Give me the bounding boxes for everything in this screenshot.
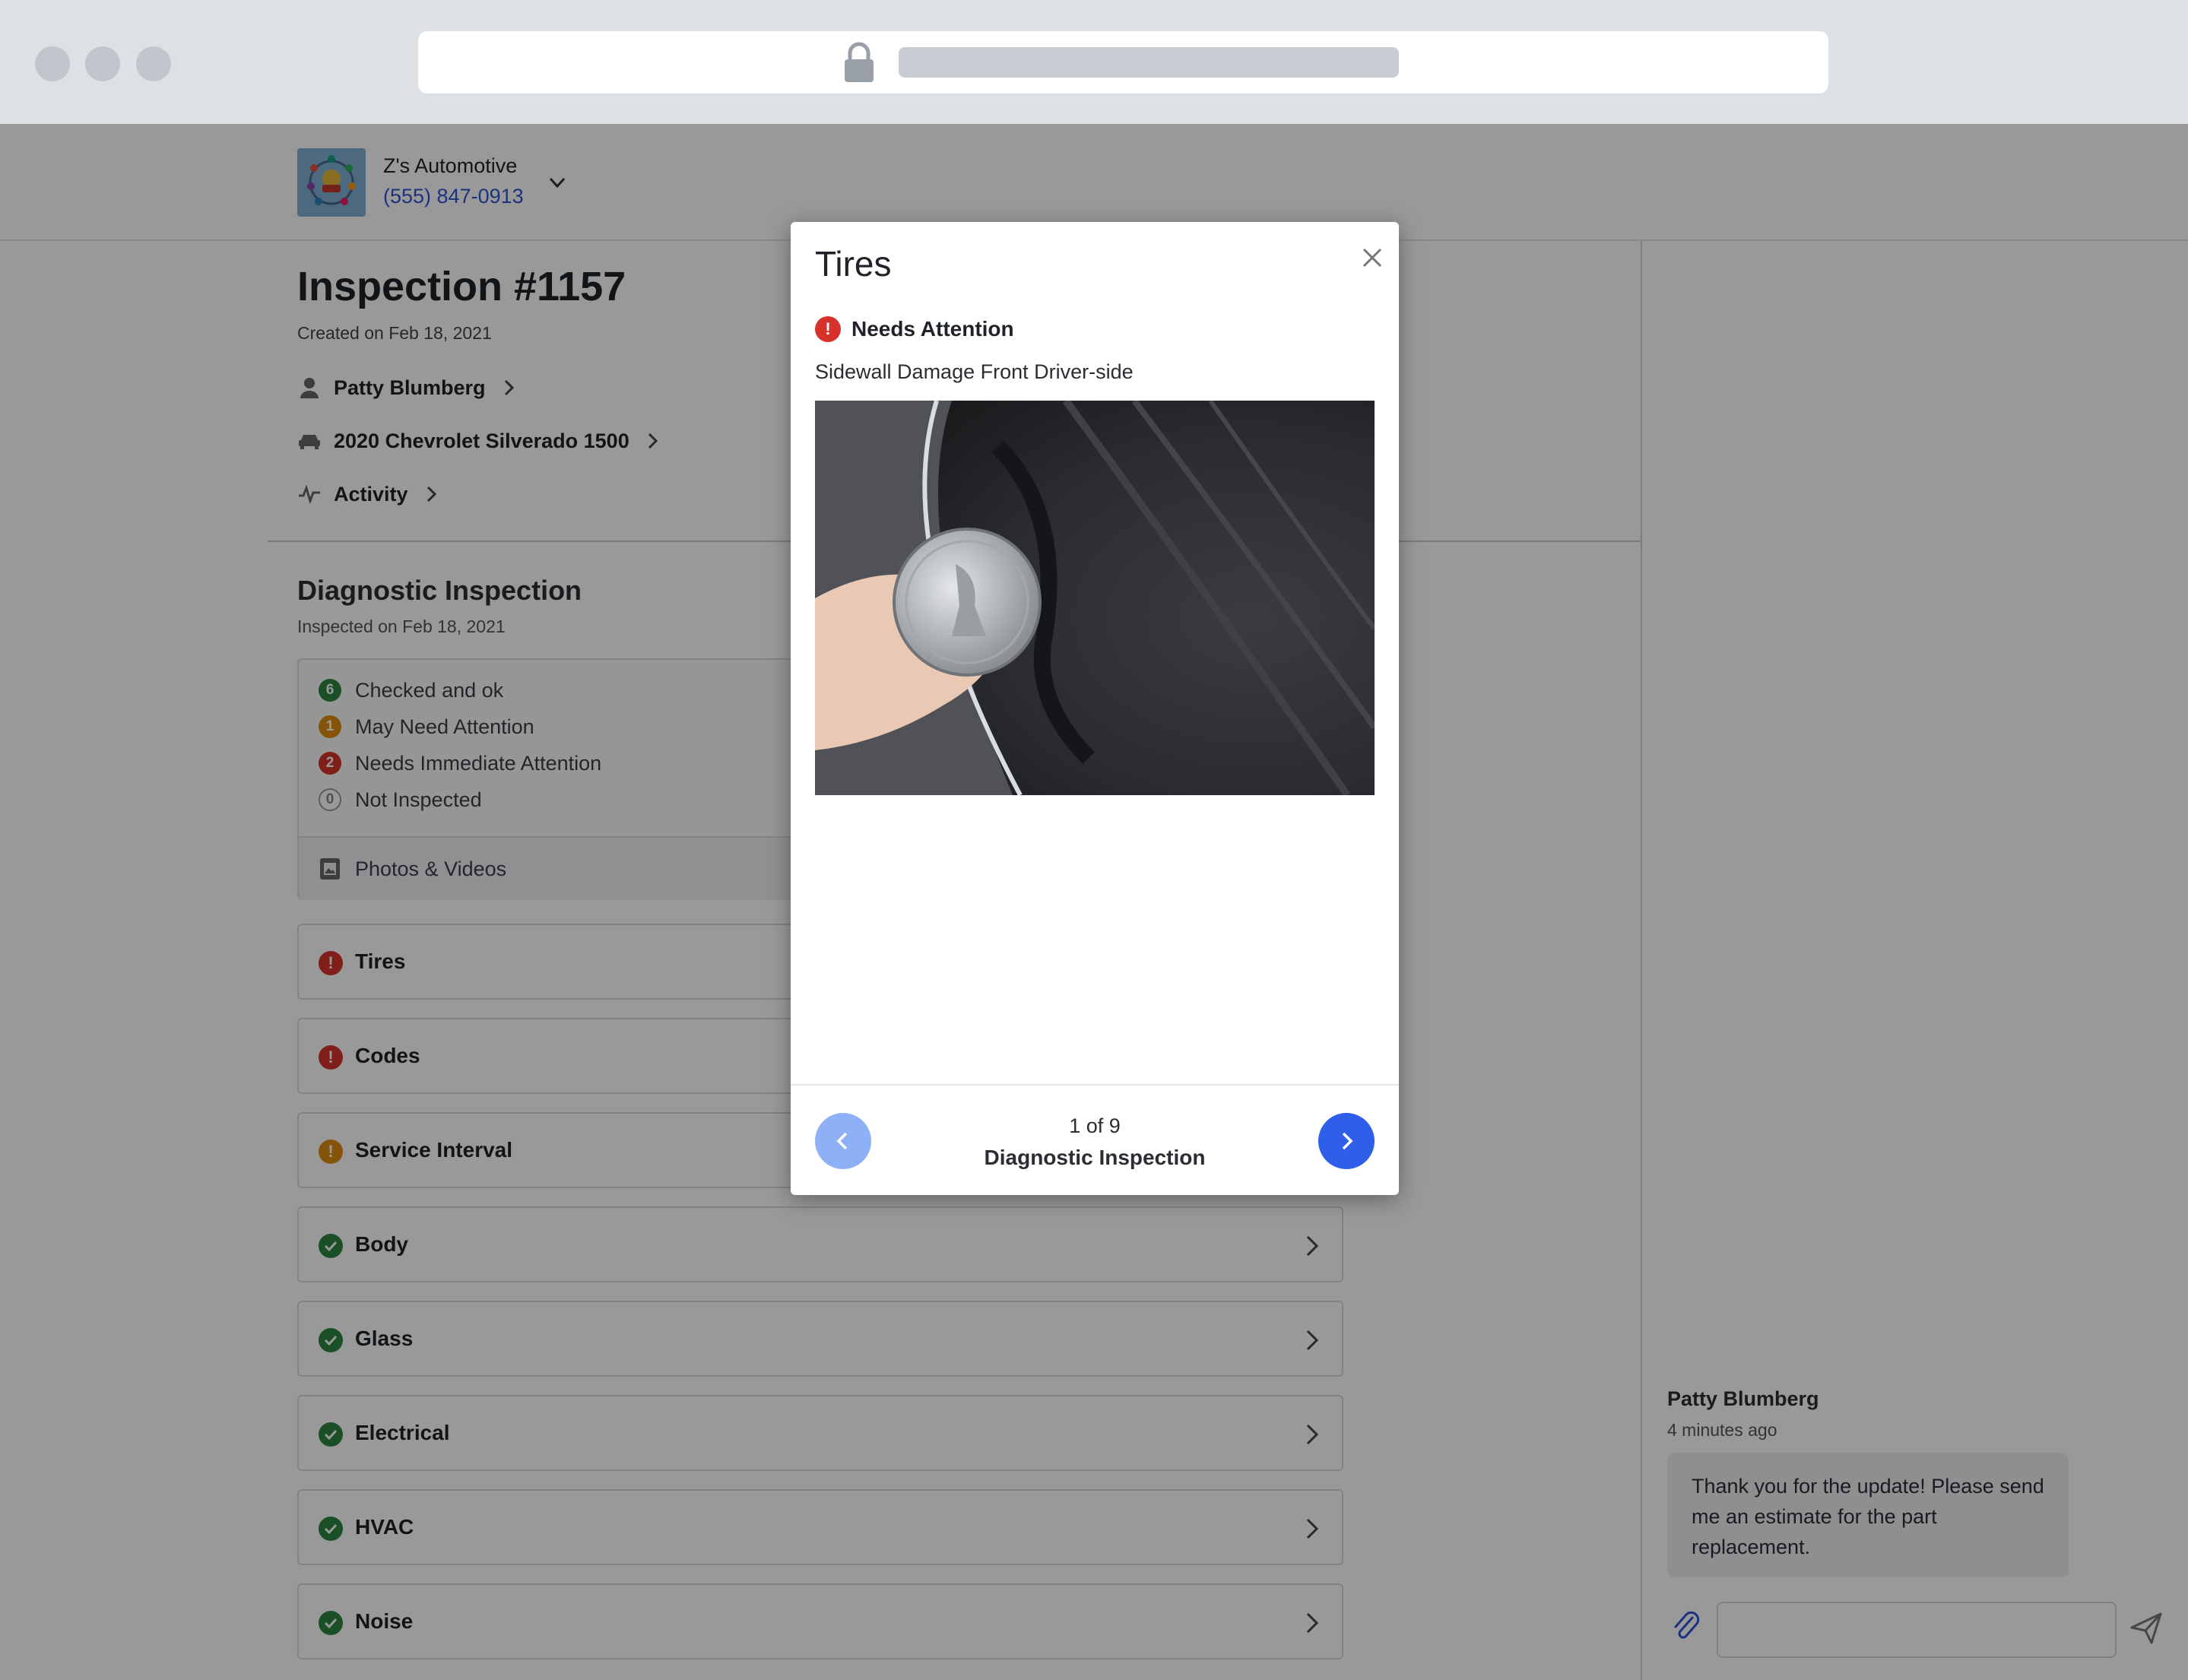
close-icon[interactable]	[1355, 240, 1390, 275]
tires-modal: Tires ! Needs Attention Sidewall Damage …	[791, 222, 1399, 1195]
window-minimize-dot[interactable]	[85, 46, 120, 81]
modal-status: ! Needs Attention	[815, 316, 1014, 342]
browser-chrome	[0, 0, 2188, 124]
modal-footer: 1 of 9 Diagnostic Inspection	[791, 1084, 1399, 1195]
tire-photo[interactable]	[815, 401, 1375, 795]
chevron-right-icon	[1342, 1132, 1353, 1150]
lock-icon	[845, 42, 874, 82]
next-button[interactable]	[1318, 1113, 1375, 1169]
modal-title: Tires	[815, 244, 892, 284]
item-counter: 1 of 9	[1069, 1114, 1121, 1137]
modal-description: Sidewall Damage Front Driver-side	[815, 360, 1134, 383]
status-label: Needs Attention	[851, 317, 1014, 341]
modal-section-name: Diagnostic Inspection	[984, 1146, 1206, 1169]
window-close-dot[interactable]	[35, 46, 70, 81]
alert-icon: !	[815, 316, 841, 342]
url-placeholder	[899, 47, 1399, 78]
window-maximize-dot[interactable]	[136, 46, 171, 81]
